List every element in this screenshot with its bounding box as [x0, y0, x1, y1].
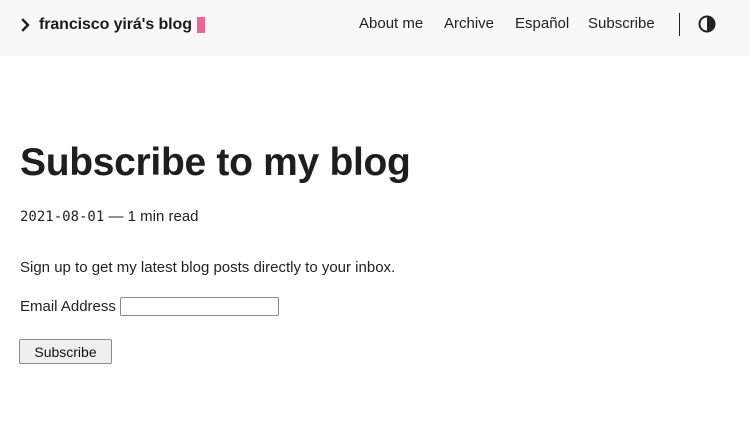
theme-toggle-button[interactable] [698, 15, 716, 33]
nav-about-me[interactable]: About me [359, 15, 423, 32]
subscribe-button[interactable]: Subscribe [19, 339, 112, 364]
meta-separator: — [108, 208, 124, 225]
nav-espanol[interactable]: Español [515, 15, 569, 32]
post-meta: 2021-08-01 — 1 min read [20, 208, 199, 225]
email-input[interactable] [119, 296, 279, 316]
contrast-icon [698, 15, 716, 33]
site-title: francisco yirá's blog [39, 16, 192, 33]
email-field-row: Email Address [20, 295, 279, 317]
intro-text: Sign up to get my latest blog posts dire… [20, 259, 396, 276]
post-date: 2021-08-01 [20, 209, 105, 225]
chevron-right-icon [20, 18, 32, 32]
cursor-block-icon [196, 17, 205, 33]
site-brand-link[interactable]: francisco yirá's blog [20, 14, 205, 36]
email-label: Email Address [20, 297, 116, 315]
read-time: 1 min read [127, 208, 199, 225]
nav-divider [679, 13, 680, 36]
nav-subscribe[interactable]: Subscribe [588, 15, 655, 32]
nav-archive[interactable]: Archive [444, 15, 494, 32]
page-title: Subscribe to my blog [20, 141, 411, 184]
site-header: francisco yirá's blog About me Archive E… [0, 0, 750, 56]
